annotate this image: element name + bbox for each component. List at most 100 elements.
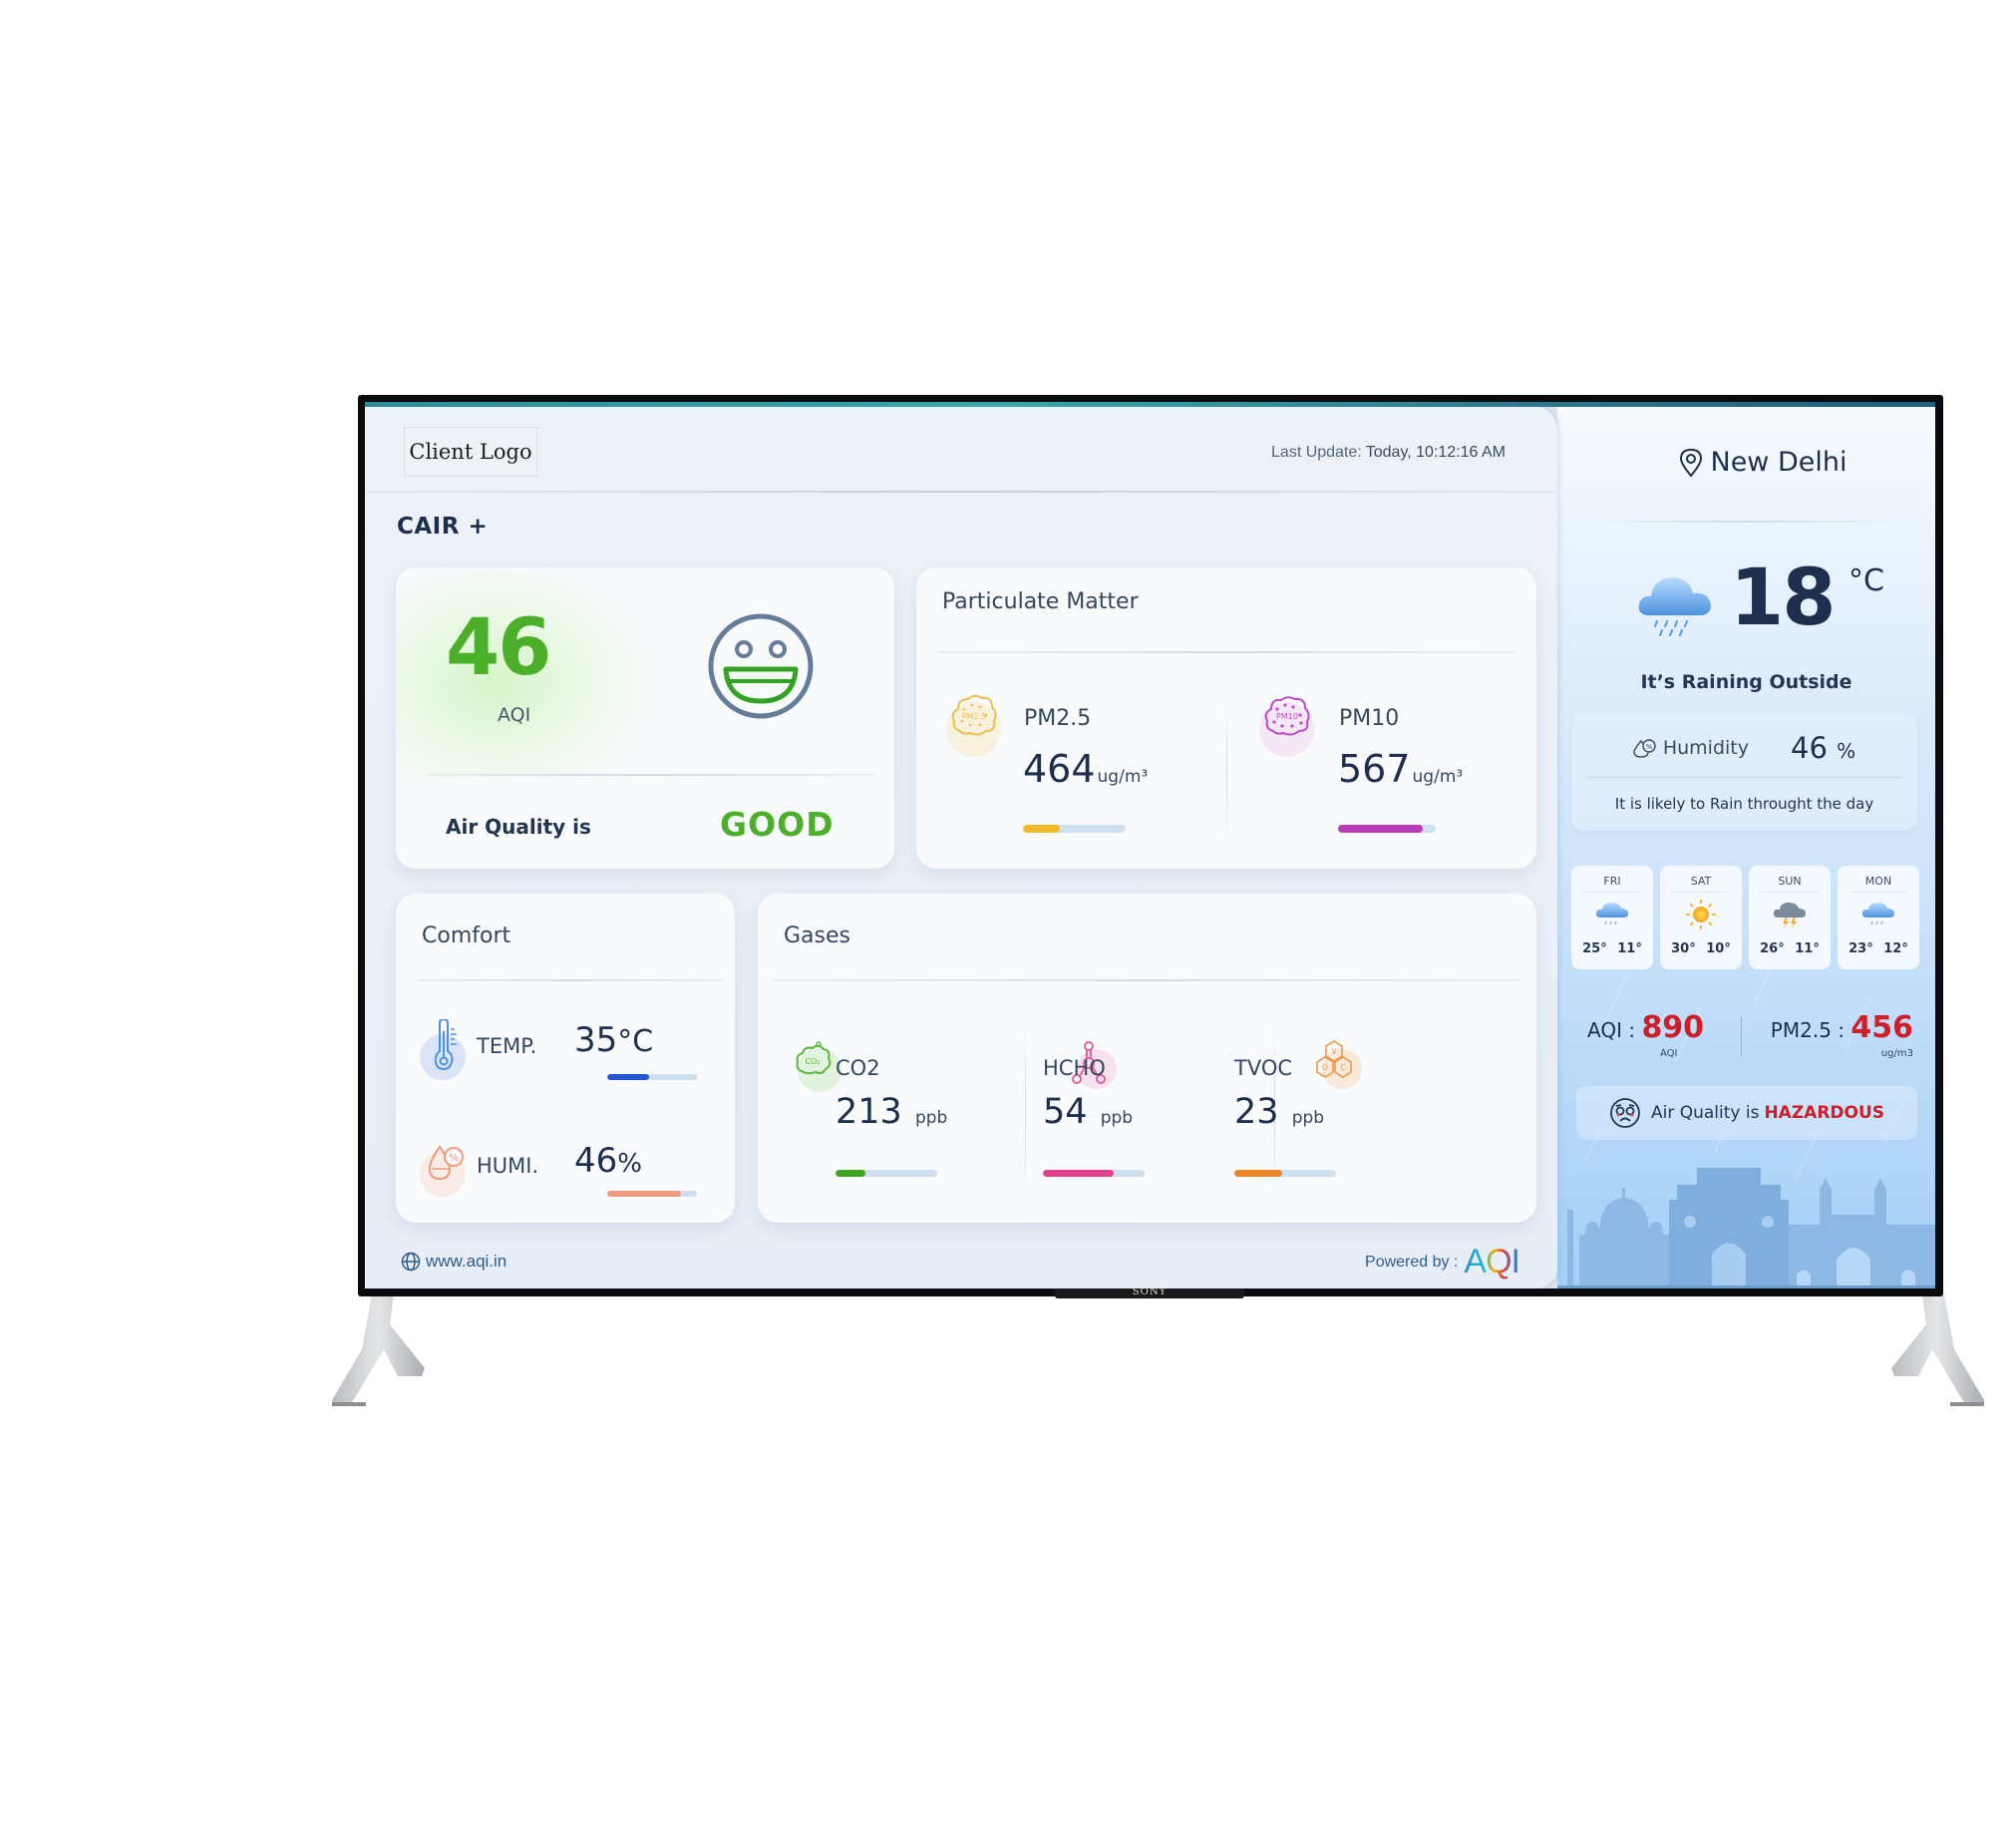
outdoor-pm25-value: 456 [1850,1010,1913,1045]
forecast-high: 30° [1671,941,1696,956]
co2-progress-fill [836,1170,865,1177]
outdoor-aqi: AQI : 890 [1587,1010,1704,1045]
hcho-unit: ppb [1100,1108,1134,1128]
outdoor-pm25: PM2.5 : 456 [1771,1010,1913,1045]
main-dashboard-panel: Client Logo Last Update: Today, 10:12:16 … [365,407,1557,1288]
header-divider [365,491,1557,493]
outdoor-status-prefix: Air Quality is [1650,1103,1760,1123]
temperature-unit: °C [617,1024,654,1059]
outdoor-humidity-unit: % [1837,739,1856,763]
tvoc-unit: ppb [1291,1108,1325,1128]
humidity-icon: % [1633,739,1656,758]
co2-progress-bar [836,1170,937,1177]
last-update-value: Today, 10:12:16 AM [1365,444,1506,461]
device-title: CAIR + [397,514,489,540]
forecast-temps: 26° 11° [1749,941,1831,956]
current-temperature-unit: °C [1848,563,1884,598]
humidity-value-number: 46 [574,1141,618,1181]
forecast-day: FRI 25° 11° [1571,866,1653,969]
weather-panel: New Delhi 18 °C It’s Raining Outside % H… [1557,407,1935,1288]
last-update-label: Last Update: [1271,444,1362,461]
humidity-unit: % [617,1149,642,1179]
thermometer-icon [434,1019,457,1071]
co2-label: CO2 [836,1056,880,1080]
outdoor-humidity-label: % Humidity [1633,737,1749,759]
hcho-progress-bar [1043,1170,1145,1177]
forecast-day-label: SUN [1778,875,1802,888]
gases-title: Gases [784,923,850,948]
outdoor-aqi-value: 890 [1641,1010,1705,1045]
humidity-divider [1586,777,1902,778]
screen-top-accent [365,402,1935,407]
tv-screen: Client Logo Last Update: Today, 10:12:16 … [365,402,1935,1288]
forecast-day-label: SAT [1690,875,1712,888]
pm10-value: 567 ug/m³ [1338,747,1463,791]
tv-stand-right [1891,1294,1984,1406]
outdoor-separator [1741,1016,1742,1056]
forecast-row: FRI 25° 11° SAT 30° 10° SUN 26° 11° MON … [1571,866,1919,969]
svg-text:PM2.5: PM2.5 [962,712,986,721]
co2-value: 213 ppb [836,1092,947,1132]
temperature-label: TEMP. [477,1034,537,1058]
pm-separator [1226,697,1227,847]
pm10-label: PM10 [1339,706,1400,731]
outdoor-readings: AQI : 890 AQI PM2.5 : 456 ug/m3 [1557,1010,1935,1070]
website-link[interactable]: www.aqi.in [401,1252,506,1272]
outdoor-aqi-unit: AQI [1660,1048,1678,1059]
smiley-happy-icon [708,613,814,719]
forecast-day: MON 23° 12° [1838,866,1919,969]
pm25-cloud-icon: PM2.5 [951,694,997,736]
hcho-progress-fill [1043,1170,1115,1177]
forecast-day-label: MON [1864,875,1892,888]
pm10-unit: ug/m³ [1412,767,1464,787]
powered-by: Powered by : AQI [1365,1243,1520,1282]
website-text: www.aqi.in [426,1252,507,1271]
city-skyline-illustration [1557,1168,1935,1288]
hcho-value: 54 ppb [1043,1092,1133,1132]
powered-by-label: Powered by : [1365,1253,1459,1271]
pm25-label: PM2.5 [1024,706,1092,731]
outdoor-aqi-label: AQI : [1587,1018,1636,1042]
weather-condition: It’s Raining Outside [1640,671,1852,693]
tvoc-value: 23 ppb [1234,1092,1324,1132]
pm10-progress-bar [1338,825,1436,833]
forecast-high: 26° [1760,941,1785,956]
pm10-cloud-icon: PM10 [1264,696,1310,736]
forecast-high: 25° [1582,941,1607,956]
temperature-progress-fill [607,1074,650,1080]
comfort-card: Comfort TEMP. 35°C % HUMI. 46% [396,894,735,1223]
svg-text:%: % [1646,743,1653,751]
aqi-card-divider [426,774,874,776]
rain-cloud-icon [1861,903,1894,925]
forecast-high: 23° [1848,941,1873,956]
pm25-unit: ug/m³ [1097,767,1149,787]
hcho-label: HCHO [1043,1056,1106,1080]
outdoor-pm25-unit: ug/m3 [1880,1048,1913,1059]
sun-icon [1686,900,1716,929]
weather-divider [1587,521,1906,523]
co2-unit: ppb [914,1108,948,1128]
forecast-day: SAT 30° 10° [1660,866,1742,969]
pm10-progress-fill [1338,825,1424,833]
svg-text:CO₂: CO₂ [805,1057,820,1066]
outdoor-status-value: HAZARDOUS [1764,1103,1885,1123]
rain-cloud-icon [1595,903,1628,925]
forecast-temps: 25° 11° [1571,941,1653,956]
pm25-progress-fill [1023,825,1061,833]
outdoor-humidity-value: 46 % [1791,731,1855,765]
weather-note: It is likely to Rain throught the day [1614,795,1874,813]
pm-card-divider [936,651,1514,653]
co2-value-number: 213 [836,1092,902,1132]
aqi-value: 46 [446,603,552,693]
comfort-card-divider [418,979,723,981]
outdoor-humidity-text: Humidity [1662,737,1749,759]
aqi-card: 46 AQI Air Quality is GOOD [396,567,894,869]
tvoc-value-number: 23 [1234,1092,1279,1132]
forecast-low: 10° [1706,941,1731,956]
particulate-matter-title: Particulate Matter [942,589,1139,614]
thunderstorm-icon [1773,903,1806,928]
humidity-label: HUMI. [477,1154,539,1178]
city-location: New Delhi [1593,447,1932,478]
humidity-value: 46% [574,1141,642,1181]
forecast-low: 12° [1883,941,1908,956]
